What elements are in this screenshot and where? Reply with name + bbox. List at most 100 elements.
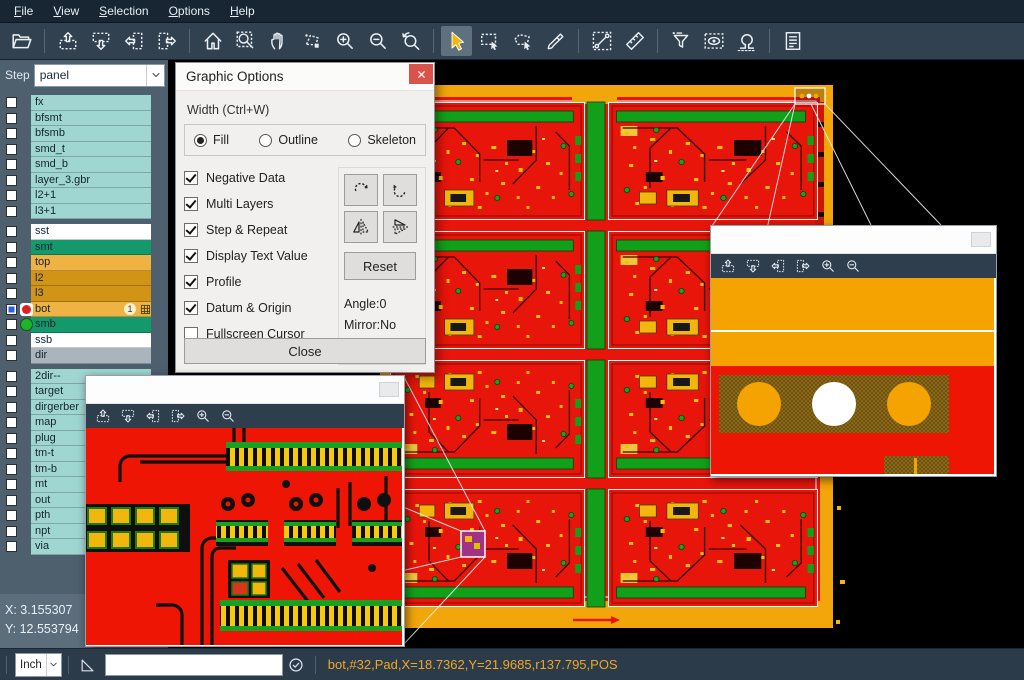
zoom-popup-title-bar[interactable] (86, 376, 404, 404)
checkbox[interactable] (184, 171, 198, 185)
zoom-popup-viewport[interactable] (86, 428, 404, 645)
report-button[interactable] (777, 26, 808, 56)
checkbox-multi-layers[interactable]: Multi Layers (184, 191, 334, 217)
layer-visibility-checkbox[interactable] (6, 448, 17, 459)
layer-name[interactable]: smt (31, 240, 151, 256)
layer-visibility-checkbox[interactable] (6, 541, 17, 552)
apply-refresh-icon[interactable] (287, 656, 305, 674)
unit-select[interactable]: Inch (15, 653, 62, 677)
layer-row-bot-active[interactable]: bot 1 (0, 302, 168, 318)
rotate-ccw-button[interactable] (383, 174, 417, 206)
layer-name[interactable]: ssb (31, 333, 151, 349)
layer-name[interactable]: fx (31, 95, 151, 111)
checkbox-negative-data[interactable]: Negative Data (184, 165, 334, 191)
pan-left-button[interactable] (118, 26, 149, 56)
radio-outline[interactable]: Outline (259, 133, 318, 147)
layer-row[interactable]: top (0, 255, 168, 271)
graphic-options-dialog[interactable]: Graphic Options Width (Ctrl+W) Fill Outl… (175, 62, 435, 373)
paint-select-button[interactable] (540, 26, 571, 56)
layer-visibility-checkbox[interactable] (6, 479, 17, 490)
dialog-title-bar[interactable]: Graphic Options (176, 63, 434, 91)
layer-name[interactable]: bfsmt (31, 111, 151, 127)
checkbox[interactable] (184, 197, 198, 211)
layer-row[interactable]: layer_3.gbr (0, 173, 168, 189)
open-file-button[interactable] (6, 26, 37, 56)
zoom-popup-title-bar[interactable] (711, 226, 996, 254)
layer-visibility-checkbox[interactable] (6, 526, 17, 537)
select-cursor-button[interactable] (441, 26, 472, 56)
layer-row[interactable]: l2 (0, 271, 168, 287)
pan-up-button[interactable] (720, 258, 736, 274)
zoom-out-button[interactable] (845, 258, 861, 274)
reset-button[interactable]: Reset (344, 252, 416, 280)
layer-name[interactable]: dir (31, 348, 151, 364)
layer-visibility-checkbox[interactable] (6, 226, 17, 237)
popup-window-button[interactable] (971, 232, 991, 247)
radio-skeleton[interactable]: Skeleton (348, 133, 416, 147)
checkbox-step-repeat[interactable]: Step & Repeat (184, 217, 334, 243)
zoom-window-button[interactable] (230, 26, 261, 56)
layer-row[interactable]: l3 (0, 286, 168, 302)
zoom-previous-button[interactable] (395, 26, 426, 56)
layer-visibility-checkbox[interactable] (6, 144, 17, 155)
layer-visibility-checkbox[interactable] (6, 175, 17, 186)
layer-name[interactable]: smd_b (31, 157, 151, 173)
select-polygon-button[interactable] (507, 26, 538, 56)
pan-down-button[interactable] (120, 408, 136, 424)
layer-row[interactable]: bfsmb (0, 126, 168, 142)
pan-right-button[interactable] (170, 408, 186, 424)
layer-visibility-checkbox[interactable] (6, 288, 17, 299)
menu-options[interactable]: Options (159, 1, 220, 21)
layer-visibility-checkbox[interactable] (6, 510, 17, 521)
view-options-button[interactable] (698, 26, 729, 56)
corner-angle-icon[interactable] (79, 656, 97, 674)
close-button[interactable]: Close (184, 338, 426, 364)
layer-visibility-checkbox[interactable] (6, 371, 17, 382)
pan-up-button[interactable] (52, 26, 83, 56)
popup-window-button[interactable] (379, 382, 399, 397)
layer-row[interactable]: smb (0, 317, 168, 333)
active-layer-indicator[interactable] (20, 303, 33, 316)
layer-row[interactable]: l2+1 (0, 188, 168, 204)
layer-name[interactable]: top (31, 255, 151, 271)
layer-visibility-checkbox[interactable] (6, 433, 17, 444)
checkbox[interactable] (184, 249, 198, 263)
menu-view[interactable]: View (43, 1, 89, 21)
layer-row[interactable]: fx (0, 95, 168, 111)
checkbox-datum-origin[interactable]: Datum & Origin (184, 295, 334, 321)
measure-line-button[interactable] (586, 26, 617, 56)
zoom-out-button[interactable] (362, 26, 393, 56)
layer-name[interactable]: l2+1 (31, 188, 151, 204)
layer-visibility-checkbox[interactable] (6, 273, 17, 284)
pan-hand-button[interactable] (263, 26, 294, 56)
layer-visibility-checkbox[interactable] (6, 128, 17, 139)
pan-left-button[interactable] (770, 258, 786, 274)
layer-name[interactable]: sst (31, 224, 151, 240)
step-select[interactable]: panel (34, 64, 165, 87)
layer-visibility-checkbox[interactable] (6, 464, 17, 475)
layer-visibility-checkbox[interactable] (6, 206, 17, 217)
zoom-home-button[interactable] (197, 26, 228, 56)
command-input[interactable] (105, 654, 283, 676)
layer-row[interactable]: smd_b (0, 157, 168, 173)
layer-visibility-checkbox[interactable] (6, 159, 17, 170)
pan-left-button[interactable] (145, 408, 161, 424)
layer-row[interactable]: bfsmt (0, 111, 168, 127)
layer-visibility-checkbox[interactable] (6, 319, 17, 330)
layer-row[interactable]: dir (0, 348, 168, 364)
layer-visibility-checkbox[interactable] (6, 386, 17, 397)
layer-name[interactable]: l2 (31, 271, 151, 287)
layer-visibility-checkbox[interactable] (6, 113, 17, 124)
pan-down-button[interactable] (745, 258, 761, 274)
layer-visibility-checkbox[interactable] (6, 417, 17, 428)
menu-file[interactable]: File (4, 1, 43, 21)
move-view-button[interactable] (296, 26, 327, 56)
mirror-horizontal-button[interactable] (344, 211, 378, 243)
layer-name[interactable]: smb (31, 317, 151, 333)
layer-name[interactable]: bfsmb (31, 126, 151, 142)
layer-row[interactable]: ssb (0, 333, 168, 349)
radio-fill[interactable]: Fill (194, 133, 229, 147)
zoom-popup-right[interactable] (710, 225, 997, 477)
checkbox-profile[interactable]: Profile (184, 269, 334, 295)
layer-visibility-checkbox[interactable] (6, 402, 17, 413)
